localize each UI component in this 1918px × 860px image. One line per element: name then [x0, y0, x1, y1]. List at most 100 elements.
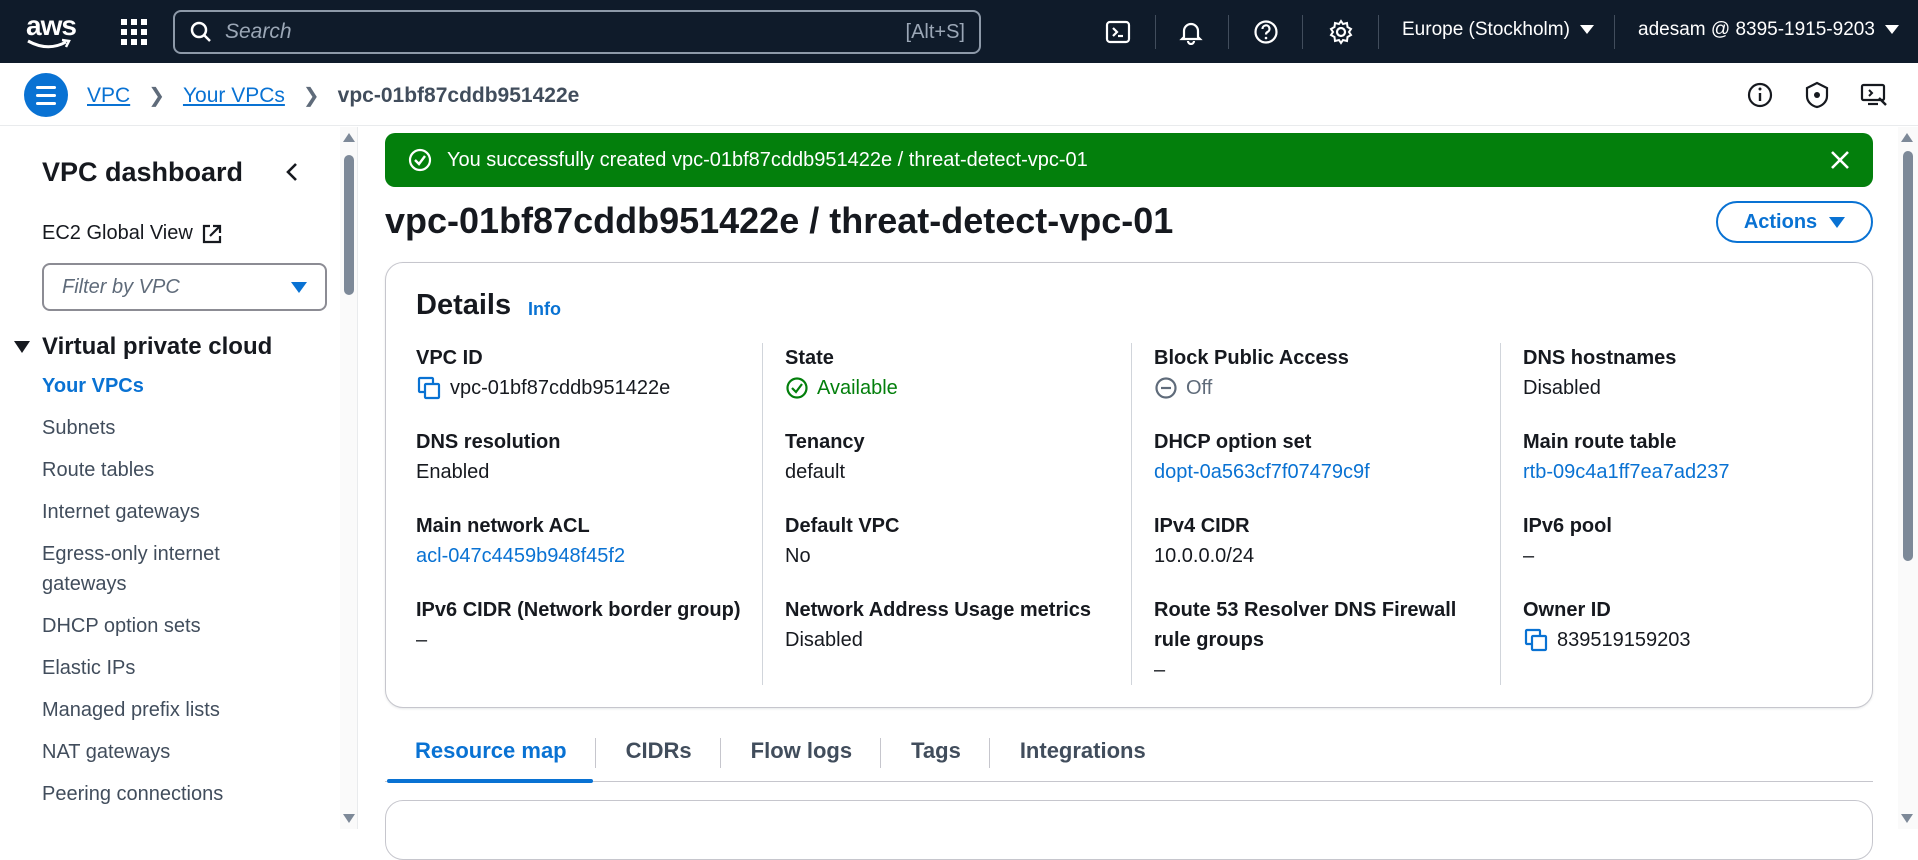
- sidebar-item-managed-prefix-lists[interactable]: Managed prefix lists: [42, 695, 302, 725]
- field-value-text[interactable]: rtb-09c4a1ff7ea7ad237: [1523, 457, 1729, 487]
- chevron-down-icon: [1884, 25, 1899, 35]
- tab-resource-map[interactable]: Resource map: [385, 732, 595, 783]
- tab-flow-logs[interactable]: Flow logs: [721, 732, 880, 782]
- info-panel-icon[interactable]: [1745, 80, 1775, 110]
- field-value: –: [1154, 655, 1494, 685]
- copy-icon[interactable]: [416, 375, 442, 401]
- actions-button[interactable]: Actions: [1716, 201, 1873, 243]
- sidebar-item-elastic-ips[interactable]: Elastic IPs: [42, 653, 302, 683]
- field-ipv6-pool: IPv6 pool –: [1523, 511, 1863, 571]
- sidebar-item-dhcp-option-sets[interactable]: DHCP option sets: [42, 611, 302, 641]
- field-ipv6-cidr-network-border-group: IPv6 CIDR (Network border group) –: [416, 595, 756, 655]
- field-value: default: [785, 457, 1125, 487]
- cloudshell-icon[interactable]: [1103, 17, 1133, 47]
- tab-cidrs[interactable]: CIDRs: [596, 732, 720, 782]
- settings-gear-icon[interactable]: [1326, 17, 1356, 47]
- notifications-bell-icon[interactable]: [1176, 17, 1206, 47]
- close-icon[interactable]: [1829, 149, 1851, 171]
- region-selector[interactable]: Europe (Stockholm): [1402, 19, 1594, 41]
- field-value: Off: [1154, 373, 1494, 403]
- field-value-text: 10.0.0.0/24: [1154, 545, 1255, 567]
- search-input[interactable]: Search [Alt+S]: [173, 10, 981, 54]
- field-tenancy: Tenancy default: [785, 427, 1125, 487]
- breadcrumb-vpc[interactable]: VPC: [87, 84, 130, 108]
- field-label: Main route table: [1523, 431, 1677, 453]
- sidebar-title: VPC dashboard: [42, 157, 244, 187]
- account-menu[interactable]: adesam @ 8395-1915-9203: [1638, 19, 1899, 41]
- field-value-text[interactable]: dopt-0a563cf7f07479c9f: [1154, 457, 1370, 487]
- scroll-up-icon[interactable]: [1901, 133, 1913, 142]
- sidebar-item-route-tables[interactable]: Route tables: [42, 455, 302, 485]
- field-value: Available: [785, 373, 1125, 403]
- field-value: –: [416, 625, 756, 655]
- field-owner-id: Owner ID 839519159203: [1523, 595, 1863, 655]
- field-ipv4-cidr: IPv4 CIDR 10.0.0.0/24: [1154, 511, 1494, 571]
- field-value-text: –: [1154, 659, 1166, 681]
- field-value-text[interactable]: acl-047c4459b948f45f2: [416, 541, 625, 571]
- sidebar-scroll-thumb[interactable]: [344, 155, 354, 295]
- resource-map-panel: [385, 800, 1873, 860]
- main-scroll-thumb[interactable]: [1903, 151, 1913, 561]
- scroll-down-icon[interactable]: [1901, 814, 1913, 823]
- sidebar-item-nat-gateways[interactable]: NAT gateways: [42, 737, 302, 767]
- sidebar-item-peering-connections[interactable]: Peering connections: [42, 779, 302, 809]
- security-shield-icon[interactable]: [1802, 80, 1832, 110]
- field-value-text: Disabled: [785, 629, 863, 651]
- field-state: State Available: [785, 343, 1125, 403]
- info-link[interactable]: Info: [528, 299, 561, 320]
- field-label: Route 53 Resolver DNS Firewall rule grou…: [1154, 599, 1457, 651]
- section-virtual-private-cloud[interactable]: Virtual private cloud: [14, 333, 272, 361]
- main-scrollbar[interactable]: [1898, 127, 1918, 829]
- column-divider: [1500, 343, 1501, 685]
- page-title: vpc-01bf87cddb951422e / threat-detect-vp…: [385, 200, 1174, 241]
- field-value[interactable]: dopt-0a563cf7f07479c9f: [1154, 457, 1494, 487]
- field-label: DNS resolution: [416, 431, 561, 453]
- field-label: State: [785, 347, 834, 369]
- field-label: DHCP option set: [1154, 431, 1312, 453]
- services-menu-icon[interactable]: [121, 19, 147, 45]
- field-value[interactable]: rtb-09c4a1ff7ea7ad237: [1523, 457, 1863, 487]
- sidebar-item-egress-only-internet-gateways[interactable]: Egress-only internet gateways: [42, 539, 302, 599]
- sidebar-nav-list: Your VPCs Subnets Route tables Internet …: [42, 371, 302, 821]
- aws-logo[interactable]: aws: [0, 0, 100, 63]
- filter-placeholder: Filter by VPC: [62, 275, 180, 298]
- column-divider: [762, 343, 763, 685]
- feedback-monitor-icon[interactable]: [1859, 80, 1889, 110]
- chevron-right-icon: ❯: [148, 85, 165, 107]
- search-icon: [190, 21, 211, 42]
- caret-down-icon: [291, 281, 307, 293]
- field-value: Disabled: [1523, 373, 1863, 403]
- ec2-global-view-link[interactable]: EC2 Global View: [42, 222, 223, 245]
- collapse-sidebar-icon[interactable]: [284, 161, 300, 188]
- sidebar-item-your-vpcs[interactable]: Your VPCs: [42, 371, 302, 401]
- field-value-text: 839519159203: [1557, 629, 1691, 651]
- field-value: vpc-01bf87cddb951422e: [416, 373, 756, 403]
- details-heading: Details: [416, 289, 512, 321]
- side-navigation: VPC dashboard EC2 Global View Filter by …: [0, 127, 340, 829]
- tab-tags[interactable]: Tags: [881, 732, 989, 782]
- sidebar-item-subnets[interactable]: Subnets: [42, 413, 302, 443]
- sidebar-item-internet-gateways[interactable]: Internet gateways: [42, 497, 302, 527]
- field-label: Default VPC: [785, 515, 900, 537]
- breadcrumb: VPC ❯ Your VPCs ❯ vpc-01bf87cddb951422e: [87, 83, 579, 108]
- filter-by-vpc-select[interactable]: Filter by VPC: [42, 263, 327, 311]
- scroll-down-icon[interactable]: [343, 814, 355, 823]
- chevron-right-icon: ❯: [302, 85, 320, 107]
- field-value: Enabled: [416, 457, 756, 487]
- hamburger-menu-icon[interactable]: [24, 73, 68, 117]
- help-icon[interactable]: [1251, 17, 1281, 47]
- field-value[interactable]: acl-047c4459b948f45f2: [416, 541, 756, 571]
- ec2-global-view-label: EC2 Global View: [42, 222, 193, 244]
- tab-integrations[interactable]: Integrations: [990, 732, 1174, 782]
- breadcrumb-bar: VPC ❯ Your VPCs ❯ vpc-01bf87cddb951422e: [0, 63, 1918, 126]
- scroll-up-icon[interactable]: [343, 133, 355, 142]
- sidebar-scrollbar[interactable]: [340, 127, 358, 829]
- breadcrumb-current: vpc-01bf87cddb951422e: [337, 83, 580, 107]
- field-value: 10.0.0.0/24: [1154, 541, 1494, 571]
- field-route-53-resolver-dns-firewall-rule-groups: Route 53 Resolver DNS Firewall rule grou…: [1154, 595, 1494, 685]
- success-check-icon: [408, 148, 432, 172]
- field-value-text: –: [416, 629, 428, 651]
- copy-icon[interactable]: [1523, 627, 1549, 653]
- column-divider: [1131, 343, 1132, 685]
- breadcrumb-your-vpcs[interactable]: Your VPCs: [183, 84, 285, 108]
